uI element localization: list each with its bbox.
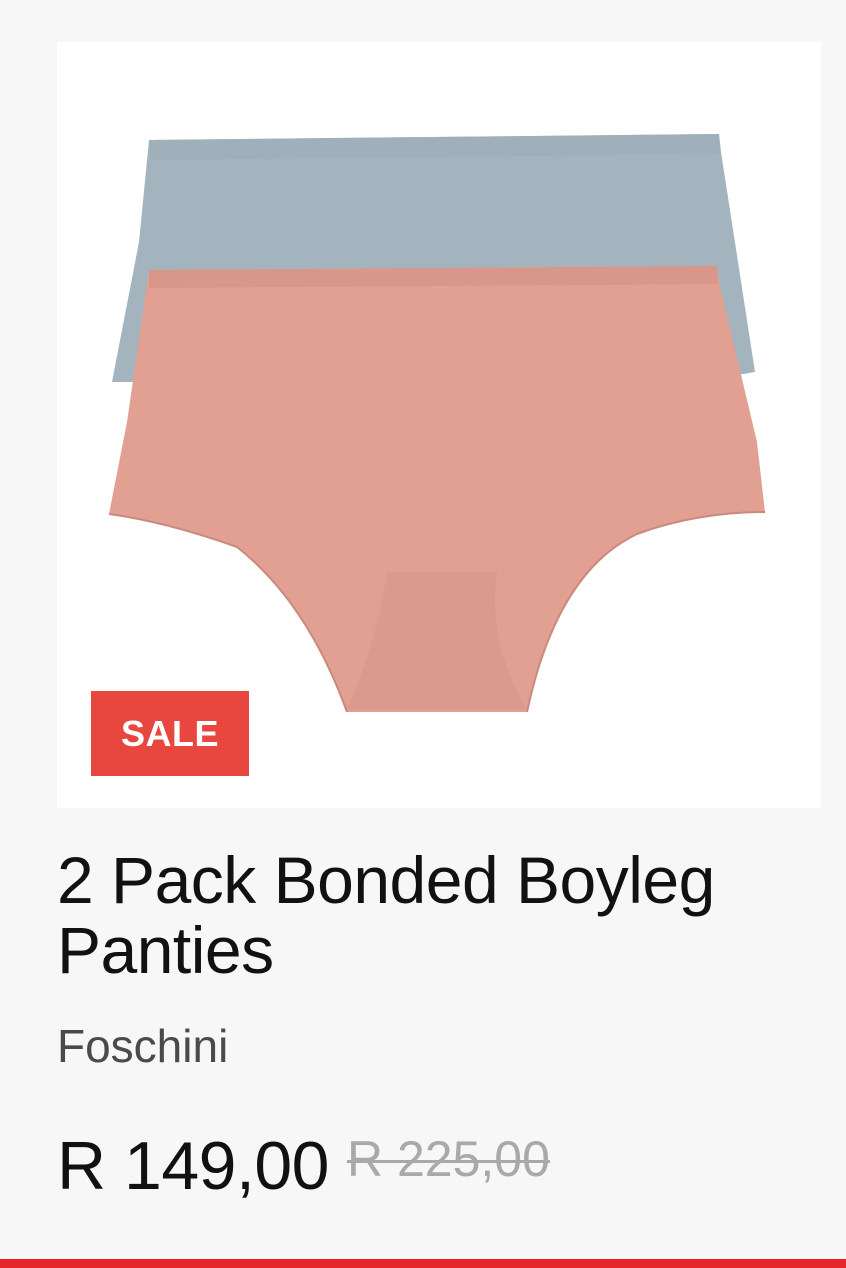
sale-badge: SALE: [91, 691, 249, 776]
product-title[interactable]: 2 Pack Bonded Boyleg Panties: [57, 845, 757, 985]
original-price: R 225,00: [346, 1131, 550, 1187]
accent-bar: [0, 1259, 846, 1268]
product-card[interactable]: SALE 2 Pack Bonded Boyleg Panties Foschi…: [0, 0, 846, 1268]
price-row: R 149,00 R 225,00: [57, 1128, 550, 1204]
current-price: R 149,00: [57, 1128, 329, 1204]
product-brand: Foschini: [57, 1020, 229, 1072]
